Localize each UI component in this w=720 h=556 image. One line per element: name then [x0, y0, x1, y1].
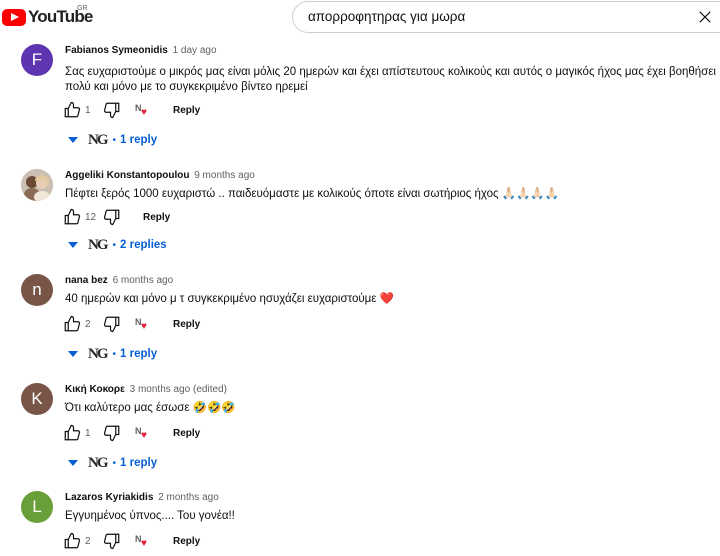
reply-button[interactable]: Reply: [173, 428, 200, 439]
comment-text: Ότι καλύτερο μας έσωσε 🤣🤣🤣: [65, 402, 236, 414]
comment-header: Lazaros Kyriakidis 2 months ago: [65, 492, 219, 503]
comment-actions: 1 N ♥ Reply: [63, 100, 200, 120]
chevron-down-icon: [68, 460, 78, 466]
comment-actions: 1 N ♥ Reply: [63, 423, 200, 443]
dislike-icon[interactable]: [103, 532, 121, 550]
channel-avatar-icon: NG: [88, 345, 108, 362]
like-icon[interactable]: [63, 101, 81, 119]
avatar[interactable]: F: [21, 44, 53, 76]
avatar-letter: F: [31, 50, 43, 69]
creator-heart-icon: N ♥: [135, 103, 147, 118]
comment: n nana bez 6 months ago 40 ημερών και μό…: [0, 274, 720, 364]
comment-text: Εγγυημένος ύπνος.... Του γονέα!!: [65, 510, 235, 522]
creator-heart-icon: N ♥: [135, 426, 147, 441]
view-replies-button[interactable]: NG • 2 replies: [68, 235, 167, 255]
comment: K Κική Κοκορε 3 months ago (edited) Ότι …: [0, 383, 720, 473]
comment-author[interactable]: Lazaros Kyriakidis: [65, 492, 153, 503]
comment-time[interactable]: 9 months ago: [194, 170, 255, 181]
like-count: 1: [85, 427, 91, 439]
like-count: 2: [85, 318, 91, 330]
avatar-photo-icon: [21, 169, 53, 201]
replies-count: 1 reply: [120, 348, 158, 360]
replies-count: 1 reply: [120, 134, 158, 146]
avatar[interactable]: n: [21, 274, 53, 306]
comment-header: Aggeliki Konstantopoulou 9 months ago: [65, 170, 255, 181]
replies-count: 1 reply: [120, 457, 158, 469]
avatar-letter: L: [32, 497, 42, 516]
dislike-icon[interactable]: [103, 424, 121, 442]
view-replies-button[interactable]: NG • 1 reply: [68, 344, 157, 364]
comment-actions: 2 N ♥ Reply: [63, 531, 200, 551]
comment: Aggeliki Konstantopoulou 9 months ago Πέ…: [0, 169, 720, 259]
chevron-down-icon: [68, 242, 78, 248]
comment-author[interactable]: Aggeliki Konstantopoulou: [65, 170, 189, 181]
comment-author[interactable]: Κική Κοκορε: [65, 384, 125, 395]
comment: L Lazaros Kyriakidis 2 months ago Εγγυημ…: [0, 491, 720, 556]
like-count: 12: [85, 211, 97, 223]
reply-button[interactable]: Reply: [173, 105, 200, 116]
close-icon[interactable]: [696, 8, 714, 26]
like-icon[interactable]: [63, 532, 81, 550]
avatar[interactable]: [21, 169, 53, 201]
comment-header: Κική Κοκορε 3 months ago (edited): [65, 384, 227, 395]
comment-header: Fabianos Symeonidis 1 day ago: [65, 45, 217, 56]
top-bar: YouTube GR: [0, 0, 720, 34]
comment-text: Πέφτει ξερός 1000 ευχαριστώ .. παιδευόμα…: [65, 188, 560, 200]
separator-dot: •: [112, 348, 117, 360]
avatar[interactable]: K: [21, 383, 53, 415]
creator-heart-icon: N ♥: [135, 317, 147, 332]
like-icon[interactable]: [63, 208, 81, 226]
avatar-letter: n: [32, 280, 42, 299]
like-icon[interactable]: [63, 424, 81, 442]
search-box[interactable]: [292, 1, 720, 33]
view-replies-button[interactable]: NG • 1 reply: [68, 453, 157, 473]
channel-avatar-icon: NG: [88, 236, 108, 253]
separator-dot: •: [112, 239, 117, 251]
search-input[interactable]: [308, 2, 678, 32]
creator-heart-icon: N ♥: [135, 534, 147, 549]
comment-author[interactable]: nana bez: [65, 275, 108, 286]
comment: F Fabianos Symeonidis 1 day ago Σας ευχα…: [0, 44, 720, 149]
dislike-icon[interactable]: [103, 208, 121, 226]
chevron-down-icon: [68, 351, 78, 357]
like-count: 2: [85, 535, 91, 547]
avatar-letter: K: [31, 389, 43, 408]
country-code: GR: [77, 5, 88, 12]
avatar[interactable]: L: [21, 491, 53, 523]
reply-button[interactable]: Reply: [173, 536, 200, 547]
channel-avatar-icon: NG: [88, 454, 108, 471]
comment-text: 40 ημερών και μόνο μ τ συγκεκριμένο ησυχ…: [65, 293, 394, 305]
comment-author[interactable]: Fabianos Symeonidis: [65, 45, 168, 56]
youtube-play-icon: [2, 8, 26, 26]
comment-time[interactable]: 3 months ago (edited): [130, 384, 227, 395]
separator-dot: •: [112, 134, 117, 146]
reply-button[interactable]: Reply: [143, 212, 170, 223]
comment-time[interactable]: 2 months ago: [158, 492, 219, 503]
replies-count: 2 replies: [120, 239, 167, 251]
channel-avatar-icon: NG: [88, 131, 108, 148]
like-icon[interactable]: [63, 315, 81, 333]
comment-time[interactable]: 1 day ago: [173, 45, 217, 56]
comment-actions: 2 N ♥ Reply: [63, 314, 200, 334]
view-replies-button[interactable]: NG • 1 reply: [68, 130, 157, 150]
reply-button[interactable]: Reply: [173, 319, 200, 330]
dislike-icon[interactable]: [103, 101, 121, 119]
comment-time[interactable]: 6 months ago: [113, 275, 174, 286]
comment-header: nana bez 6 months ago: [65, 275, 173, 286]
comment-text: Σας ευχαριστούμε ο μικρός μας είναι μόλι…: [65, 66, 716, 93]
dislike-icon[interactable]: [103, 315, 121, 333]
comment-actions: 12 Reply: [63, 207, 170, 227]
like-count: 1: [85, 104, 91, 116]
separator-dot: •: [112, 457, 117, 469]
chevron-down-icon: [68, 137, 78, 143]
